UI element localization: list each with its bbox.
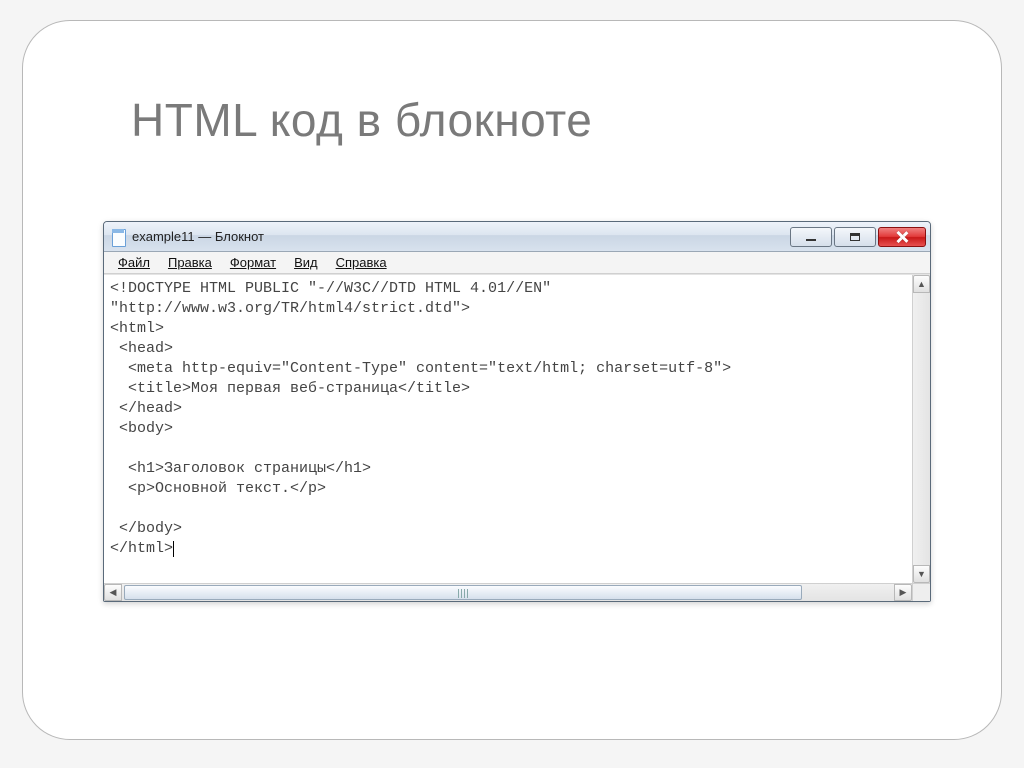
close-button[interactable] [878,227,926,247]
slide-title: HTML код в блокноте [131,93,592,147]
menu-help-label: Справка [336,255,387,270]
menu-bar: Файл Правка Формат Вид Справка [104,252,930,274]
minimize-icon [806,239,816,241]
menu-format[interactable]: Формат [222,253,284,272]
maximize-button[interactable] [834,227,876,247]
horizontal-scroll-thumb[interactable] [124,585,802,600]
menu-file[interactable]: Файл [110,253,158,272]
window-controls [790,227,926,247]
window-title: example11 — Блокнот [132,229,790,244]
text-caret [173,541,174,557]
editor-area: <!DOCTYPE HTML PUBLIC "-//W3C//DTD HTML … [104,274,930,583]
resize-grip[interactable] [912,583,930,601]
menu-view[interactable]: Вид [286,253,326,272]
scroll-up-button[interactable]: ▲ [913,275,930,293]
scroll-down-button[interactable]: ▼ [913,565,930,583]
maximize-icon [850,233,860,241]
close-icon [896,231,908,243]
window-titlebar[interactable]: example11 — Блокнот [104,222,930,252]
notepad-icon [110,227,126,247]
scroll-left-button[interactable]: ◀ [104,584,122,601]
menu-help[interactable]: Справка [328,253,395,272]
menu-file-label: Файл [118,255,150,270]
menu-edit[interactable]: Правка [160,253,220,272]
text-editor[interactable]: <!DOCTYPE HTML PUBLIC "-//W3C//DTD HTML … [104,275,912,583]
vertical-scrollbar[interactable]: ▲ ▼ [912,275,930,583]
minimize-button[interactable] [790,227,832,247]
menu-format-label: Формат [230,255,276,270]
notepad-window: example11 — Блокнот Файл Правка Формат В… [103,221,931,602]
menu-view-label: Вид [294,255,318,270]
horizontal-scrollbar[interactable]: ◀ ▶ [104,583,930,601]
scroll-right-button[interactable]: ▶ [894,584,912,601]
menu-edit-label: Правка [168,255,212,270]
slide-frame: HTML код в блокноте example11 — Блокнот … [22,20,1002,740]
